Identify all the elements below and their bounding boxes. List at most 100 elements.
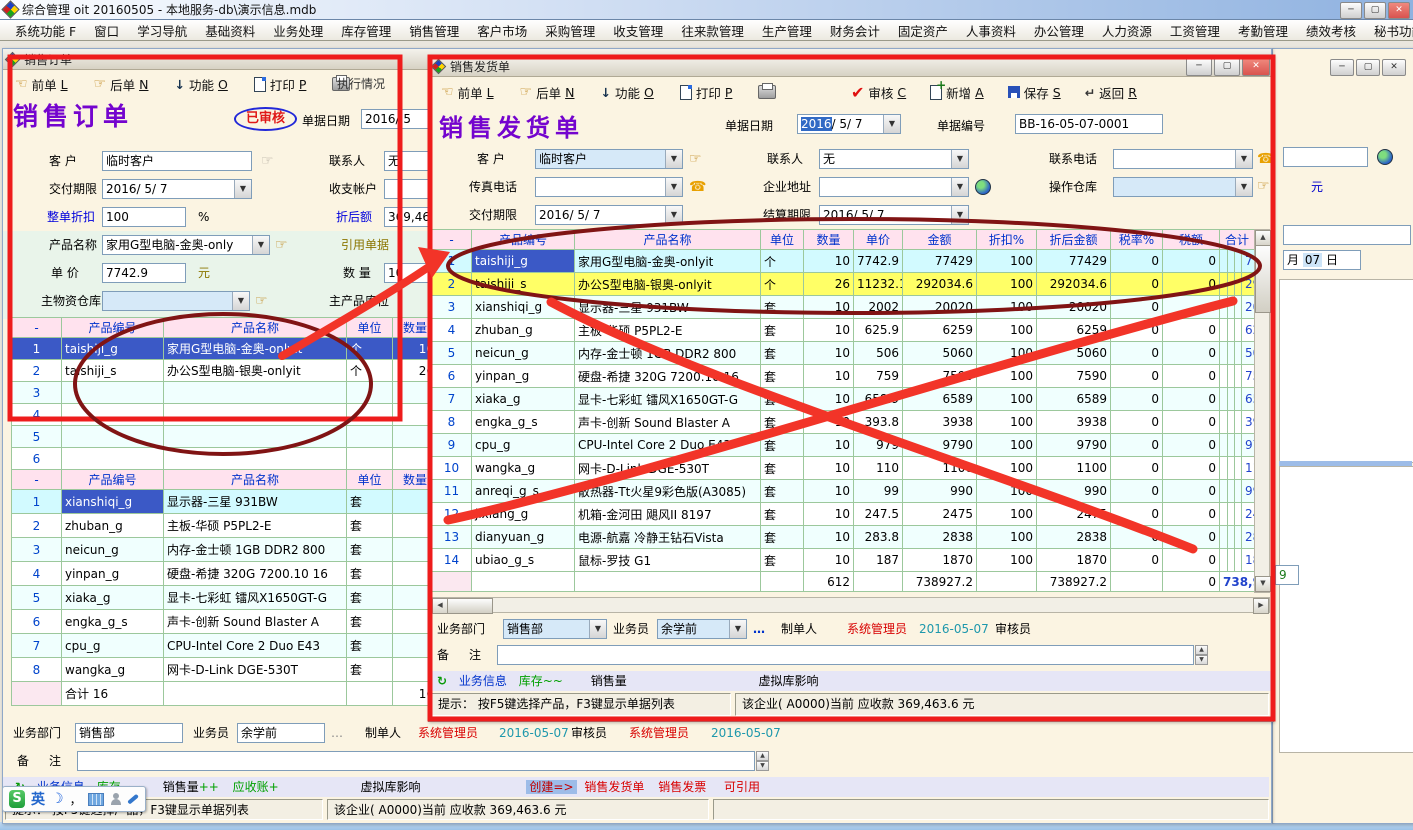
toolbar-button-后单[interactable]: ☞后单N [94,75,149,94]
column-header[interactable]: 单位 [347,318,393,338]
pick-warehouse-icon[interactable]: ☞ [1257,180,1270,192]
ime-language-toggle[interactable]: 英 [31,789,45,809]
column-header[interactable]: 税率% [1111,230,1163,250]
menu-item[interactable]: 销售管理 [400,21,468,40]
more-button[interactable]: … [331,723,343,743]
table-row[interactable]: 2taishiji_s办公S型电脑-银奥-onlyit个2611232.1292… [432,273,1255,296]
delivery-date-combo[interactable]: 2016/ 5/ 7▼ [535,205,683,225]
menu-item[interactable]: 工资管理 [1161,21,1229,40]
bg-minimize-button[interactable]: ─ [1330,59,1354,76]
warehouse-combo[interactable]: ▼ [1113,177,1253,197]
phone-icon[interactable]: ☎ [689,179,706,195]
column-header[interactable]: 单位 [347,470,393,490]
column-header[interactable]: 产品名称 [164,318,347,338]
table-row[interactable]: 10wangka_g网卡-D-Link DGE-530T套10110110010… [432,457,1255,480]
customer-combo[interactable]: 临时客户▼ [535,149,683,169]
create-delivery-link[interactable]: 销售发货单 [584,780,644,794]
menu-item[interactable]: 人事资料 [957,21,1025,40]
column-header[interactable]: 合计 [1220,230,1255,250]
note-spinner[interactable]: ▲▼ [756,751,769,771]
column-header[interactable]: 折后金额 [1037,230,1111,250]
globe-icon[interactable] [975,179,991,195]
menu-item[interactable]: 固定资产 [889,21,957,40]
table-row[interactable]: 14ubiao_g_s鼠标-罗技 G1套10187187010018700018… [432,549,1255,572]
stock-link[interactable]: 库存~~ [519,674,563,688]
discount-field[interactable]: 100 [102,207,186,227]
menu-item[interactable]: 考勤管理 [1229,21,1297,40]
table-hscrollbar[interactable]: ◀ ▶ [431,597,1270,613]
dept-field[interactable]: 销售部 [75,723,183,743]
receivable-link[interactable]: 应收账 [233,780,269,794]
column-header[interactable]: 金额 [903,230,977,250]
toolbar-button-功能[interactable]: ↓功能O [174,75,227,94]
menu-item[interactable]: 财务会计 [821,21,889,40]
table-row[interactable]: 4zhuban_g主板-华硕 P5PL2-E套10625.96259100625… [432,319,1255,342]
column-header[interactable]: 产品编号 [62,318,164,338]
delivery-close-button[interactable]: ✕ [1242,58,1270,76]
doc-date-combo[interactable]: 2016/ 5/ 7▼ [797,114,901,134]
menu-item[interactable]: 人力资源 [1093,21,1161,40]
menu-item[interactable]: 系统功能 F [6,21,85,40]
toolbar-button-功能[interactable]: ↓功能O [600,83,653,102]
note-field[interactable] [497,645,1194,665]
customer-field[interactable]: 临时客户 [102,151,252,171]
phone-combo[interactable]: ▼ [1113,149,1253,169]
table-row[interactable]: 11anreqi_g_s散热器-Tt火星9彩色版(A3085)套10999901… [432,480,1255,503]
create-invoice-link[interactable]: 销售发票 [658,780,706,794]
menu-item[interactable]: 办公管理 [1025,21,1093,40]
table-vscrollbar[interactable]: ▲ ▼ [1254,229,1270,593]
toolbar-button-后单[interactable]: ☞后单N [520,83,575,102]
menu-item[interactable]: 学习导航 [128,21,196,40]
pick-customer-icon[interactable]: ☞ [261,155,274,167]
ime-bar[interactable]: S 英 ☽ ， [2,786,146,812]
fax-combo[interactable]: ▼ [535,177,683,197]
column-header[interactable]: - [12,318,62,338]
contact-combo[interactable]: 无▼ [819,149,969,169]
app-maximize-button[interactable]: ▢ [1364,2,1386,19]
pick-warehouse-icon[interactable]: ☞ [255,295,268,307]
menu-item[interactable]: 客户市场 [468,21,536,40]
bg-close-button[interactable]: ✕ [1382,59,1406,76]
app-close-button[interactable]: ✕ [1388,2,1410,19]
bg-partial-field-2[interactable] [1283,225,1411,245]
create-action[interactable]: 创建=> [526,780,576,794]
settle-date-combo[interactable]: 2016/ 5/ 7▼ [819,205,969,225]
toolbar-button-打印[interactable]: 打印P [680,83,733,102]
menu-item[interactable]: 收支管理 [604,21,672,40]
menu-item[interactable]: 秘书功能 [1365,21,1413,40]
menu-item[interactable]: 基础资料 [196,21,264,40]
ime-punctuation[interactable]: ， [70,791,82,808]
menu-item[interactable]: 绩效考核 [1297,21,1365,40]
menu-item[interactable]: 业务处理 [264,21,332,40]
note-spinner[interactable]: ▲▼ [1195,645,1208,665]
delivery-minimize-button[interactable]: ─ [1186,58,1212,76]
more-button[interactable]: … [753,619,765,639]
column-header[interactable]: 折扣% [977,230,1037,250]
note-field[interactable] [77,751,755,771]
price-field[interactable]: 7742.9 [102,263,186,283]
reference-doc-link[interactable]: 引用单据 [341,235,389,255]
biz-info-link[interactable]: 业务信息 [459,674,507,688]
address-combo[interactable]: ▼ [819,177,969,197]
doc-no-field[interactable]: BB-16-05-07-0001 [1015,114,1163,134]
dept-combo[interactable]: 销售部▼ [503,619,607,639]
column-header[interactable]: 产品名称 [575,230,761,250]
pick-product-icon[interactable]: ☞ [275,239,288,251]
refresh-icon[interactable]: ↻ [437,674,447,688]
column-header[interactable]: 税额 [1163,230,1220,250]
toolbar-button-printer[interactable] [758,85,776,99]
table-row[interactable]: 13dianyuan_g电源-航嘉 冷静王钻石Vista套10283.82838… [432,526,1255,549]
table-row[interactable]: 9cpu_gCPU-Intel Core 2 Duo E43套109799790… [432,434,1255,457]
toolbar-button-保存[interactable]: 保存S [1008,83,1061,102]
menu-item[interactable]: 生产管理 [753,21,821,40]
menu-item[interactable]: 库存管理 [332,21,400,40]
globe-icon[interactable] [1377,149,1393,165]
clerk-field[interactable]: 余学前 [237,723,325,743]
bg-date-fragment[interactable]: 月 07 日 [1283,250,1361,270]
pick-customer-icon[interactable]: ☞ [689,153,702,165]
toolbar-button-打印[interactable]: 打印P [254,75,307,94]
column-header[interactable]: 产品编号 [472,230,575,250]
clerk-combo[interactable]: 余学前▼ [657,619,747,639]
toolbar-button-前单[interactable]: ☜前单L [441,83,494,102]
toolbar-button-新增[interactable]: 新增A [930,83,984,102]
